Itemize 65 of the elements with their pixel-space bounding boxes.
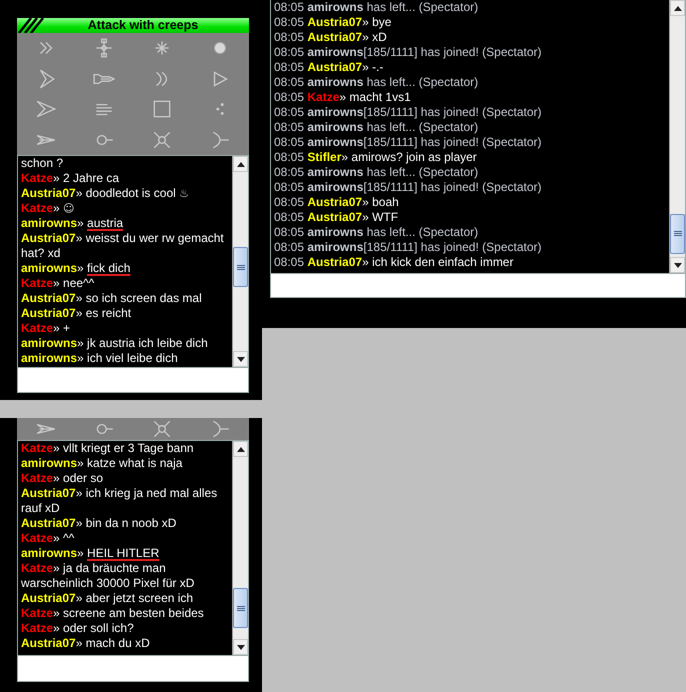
scroll-down-button[interactable] [233, 351, 248, 367]
scroll-up-button[interactable] [233, 441, 248, 457]
chat-message: Katze» screene am besten beides [21, 606, 204, 620]
chat-message: schon ? [21, 156, 64, 170]
scroll-up-button[interactable] [670, 0, 685, 16]
chat-message: Katze» nee^^ [21, 276, 94, 290]
chat-message: 08:05 Austria07» ich kick den einfach immer [274, 255, 514, 269]
chat-message: Austria07» mach du xD [21, 636, 150, 650]
spider-icon[interactable] [151, 418, 173, 440]
arrow-up-icon [236, 162, 244, 166]
chat-message: 08:05 amirowns[185/1111] has joined! (Spectator) [274, 180, 542, 194]
chat-message: 08:05 amirowns[185/1111] has joined! (Spectator) [274, 135, 542, 149]
arrow-down-icon [674, 262, 682, 268]
panel-title: Attack with creeps [86, 18, 200, 33]
chat-message: Katze» 2 Jahre ca [21, 171, 120, 185]
chat-message: 08:05 amirowns[185/1111] has joined! (Spectator) [274, 240, 542, 254]
chat-message: Austria07» doodledot is cool ♨ [21, 186, 190, 200]
chat-message: 08:05 amirowns[185/1111] has joined! (Spectator) [274, 105, 542, 119]
chat-message: 08:05 Austria07» bye [274, 15, 392, 29]
chat-message: 08:05 Stifler» amirows? join as player [274, 150, 477, 164]
chat-message: Austria07» bin da n noob xD [21, 516, 176, 530]
chat-input[interactable] [17, 655, 249, 682]
chat-message: amirowns» ich viel leibe dich [21, 351, 178, 365]
chat-input[interactable] [270, 273, 686, 298]
chat-message: Katze» oder so [21, 471, 104, 485]
chat-message: Katze» ^^ [21, 531, 74, 545]
chat-message: 08:05 amirowns has left... (Spectator) [274, 0, 478, 14]
chat-message: 08:05 Austria07» WTF [274, 210, 398, 224]
chat-message: 08:05 Austria07» xD [274, 30, 387, 44]
chat-input[interactable] [17, 367, 249, 393]
chat-message: Austria07» aber jetzt screen ich [21, 591, 194, 605]
chat-message: Austria07» es reicht [21, 306, 132, 320]
scroll-thumb[interactable] [233, 588, 248, 628]
chat-message: Katze» oder soll ich? [21, 621, 134, 635]
arrow-up-icon [236, 446, 244, 452]
stripes-icon [17, 18, 47, 33]
arrow-down-icon [236, 644, 244, 650]
chat-message: 08:05 amirowns has left... (Spectator) [274, 225, 478, 239]
chat-message: 08:05 amirowns[185/1111] has joined! (Spectator) [274, 45, 542, 59]
chat-message: Katze» ☺ [21, 201, 74, 215]
arrow-down-icon [236, 356, 244, 362]
chat-message: 08:05 amirowns has left... (Spectator) [274, 165, 478, 179]
chat-message: amirowns» austria [21, 216, 124, 230]
grip-icon [236, 264, 244, 270]
chat-message: Austria07» so ich screen das mal [21, 291, 202, 305]
scroll-up-button[interactable] [233, 156, 248, 172]
chat-message: amirowns» HEIL HITLER [21, 546, 160, 560]
grip-icon [236, 606, 244, 611]
scroll-thumb[interactable] [670, 214, 685, 254]
chat-message: 08:05 Austria07» -.- [274, 60, 384, 74]
chat-message: amirowns» fick dich [21, 261, 130, 275]
chat-message: amirowns» jk austria ich leibe dich [21, 336, 208, 350]
chat-message: 08:05 Austria07» boah [274, 195, 399, 209]
grip-icon [674, 231, 682, 236]
chat-message: 08:05 Katze» macht 1vs1 [274, 90, 411, 104]
chat-message: 08:05 amirowns has left... (Spectator) [274, 75, 478, 89]
chat-message: 08:05 amirowns has left... (Spectator) [274, 120, 478, 134]
square-icon[interactable] [151, 98, 173, 120]
arrow-up-icon [674, 6, 682, 10]
chat-message: Katze» + [21, 321, 70, 335]
scroll-thumb[interactable] [233, 247, 248, 288]
chat-message: Katze» vllt kriegt er 3 Tage bann [21, 441, 194, 455]
scroll-down-button[interactable] [233, 639, 248, 655]
chat-message: amirowns» katze what is naja [21, 456, 182, 470]
scroll-down-button[interactable] [670, 257, 685, 273]
